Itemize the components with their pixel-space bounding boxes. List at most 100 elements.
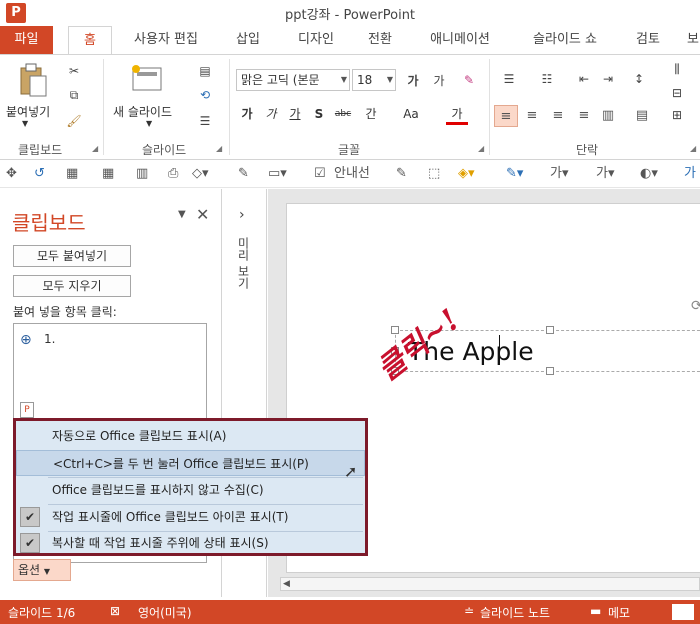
tab-design[interactable]: 디자인 bbox=[288, 26, 344, 54]
underline-button[interactable]: 가 bbox=[284, 103, 306, 125]
normal-view-icon[interactable] bbox=[672, 604, 694, 620]
bold-button[interactable]: 가 bbox=[236, 103, 258, 125]
tab-home[interactable]: 홈 bbox=[68, 26, 112, 55]
clipboard-item-icon[interactable]: ⊕ bbox=[20, 332, 36, 348]
section-icon[interactable]: ☰ bbox=[192, 111, 218, 131]
align-left-button[interactable]: ≡ bbox=[494, 105, 518, 127]
comments-icon[interactable]: ▬ bbox=[590, 604, 601, 618]
horizontal-scrollbar[interactable]: ◀ bbox=[280, 577, 700, 591]
paste-dropdown-icon[interactable]: ▼ bbox=[22, 119, 28, 128]
align-center-button[interactable]: ≡ bbox=[520, 105, 544, 127]
increase-indent-icon[interactable]: ⇥ bbox=[598, 69, 618, 89]
close-icon[interactable]: ✕ bbox=[196, 205, 209, 224]
highlight-icon[interactable]: 가▾ bbox=[596, 164, 615, 184]
align-text-icon[interactable]: ⊟ bbox=[664, 83, 690, 103]
more-icon[interactable]: 가 bbox=[684, 164, 696, 184]
paste-label[interactable]: 붙여넣기 bbox=[6, 103, 50, 120]
expand-icon[interactable]: › bbox=[239, 207, 245, 223]
fill-color-icon[interactable]: ◈▾ bbox=[458, 164, 475, 184]
text-direction-icon[interactable]: ⫼ bbox=[664, 59, 690, 79]
smartart-icon[interactable]: ⊞ bbox=[664, 105, 690, 125]
paragraph-launcher-icon[interactable]: ◢ bbox=[690, 144, 696, 153]
font-size-select[interactable]: 18 ▼ bbox=[352, 69, 396, 91]
guides-checkbox-icon[interactable]: ☑ bbox=[314, 164, 326, 184]
powerpoint-item-icon[interactable]: P bbox=[20, 402, 34, 418]
shadow-button[interactable]: S bbox=[308, 103, 330, 125]
resize-handle[interactable] bbox=[546, 367, 554, 375]
redo-icon[interactable]: ↺ bbox=[34, 164, 45, 184]
tab-view[interactable]: 보 bbox=[686, 26, 700, 54]
reset-icon[interactable]: ⟲ bbox=[192, 85, 218, 105]
text-color-icon[interactable]: 가▾ bbox=[550, 164, 569, 184]
menu-item-status[interactable]: ✔ 복사할 때 작업 표시줄 주위에 상태 표시(S) bbox=[16, 530, 365, 556]
notes-icon[interactable]: ≐ bbox=[464, 604, 474, 618]
tab-animations[interactable]: 애니메이션 bbox=[420, 26, 500, 54]
new-slide-label[interactable]: 새 슬라이드 bbox=[113, 103, 172, 120]
shrink-font-icon[interactable]: 가 bbox=[428, 69, 450, 91]
language-indicator[interactable]: 영어(미국) bbox=[138, 604, 192, 621]
shapes-icon[interactable]: ◇▾ bbox=[192, 164, 209, 184]
thumbnail-label[interactable]: 미리 보기 bbox=[235, 237, 252, 289]
menu-item-collect[interactable]: Office 클립보드를 표시하지 않고 수집(C) bbox=[16, 477, 365, 503]
options-button[interactable]: 옵션 ▼ bbox=[13, 559, 71, 581]
font-name-select[interactable]: 맑은 고딕 (본문 ▼ bbox=[236, 69, 350, 91]
justify-button[interactable]: ≡ bbox=[572, 105, 596, 127]
picture-icon[interactable]: ✎ bbox=[238, 164, 249, 184]
menu-item-auto-show[interactable]: 자동으로 Office 클립보드 표시(A) bbox=[16, 423, 365, 449]
strikethrough-button[interactable]: abc bbox=[332, 103, 354, 125]
font-color-button[interactable]: 가 bbox=[446, 103, 468, 125]
clipboard-item[interactable]: 1. bbox=[44, 332, 55, 346]
align-right-button[interactable]: ≡ bbox=[546, 105, 570, 127]
format-painter-icon[interactable]: 🖌 bbox=[64, 111, 84, 131]
tab-transitions[interactable]: 전환 bbox=[358, 26, 402, 54]
comments-button[interactable]: 메모 bbox=[608, 604, 630, 621]
columns-icon[interactable]: ▥ bbox=[136, 164, 148, 184]
eraser-icon[interactable]: ◐▾ bbox=[640, 164, 658, 184]
menu-item-label: <Ctrl+C>를 두 번 눌러 Office 클립보드 표시(P) bbox=[53, 457, 309, 471]
tab-insert[interactable]: 삽입 bbox=[226, 26, 270, 54]
layout-icon[interactable]: ▤ bbox=[192, 61, 218, 81]
notes-button[interactable]: 슬라이드 노트 bbox=[480, 604, 550, 621]
grid-icon[interactable]: ▦ bbox=[102, 164, 114, 184]
table-icon[interactable]: ▦ bbox=[66, 164, 78, 184]
menu-item-taskbar-icon[interactable]: ✔ 작업 표시줄에 Office 클립보드 아이콘 표시(T) bbox=[16, 504, 365, 530]
clipboard-launcher-icon[interactable]: ◢ bbox=[92, 144, 98, 153]
change-case-button[interactable]: Aa bbox=[398, 103, 424, 125]
printer-icon[interactable]: ⎙ bbox=[168, 164, 178, 184]
clear-format-icon[interactable]: ✎ bbox=[458, 69, 480, 91]
textbox-icon[interactable]: ▭▾ bbox=[268, 164, 287, 184]
columns-button[interactable]: ▤ bbox=[630, 105, 654, 127]
bullets-icon[interactable]: ☰ bbox=[496, 69, 522, 89]
grow-font-icon[interactable]: 가 bbox=[402, 69, 424, 91]
decrease-indent-icon[interactable]: ⇤ bbox=[574, 69, 594, 89]
move-icon[interactable]: ✥ bbox=[6, 164, 17, 184]
line-spacing-icon[interactable]: ↕ bbox=[626, 69, 652, 89]
menu-item-ctrl-c[interactable]: <Ctrl+C>를 두 번 눌러 Office 클립보드 표시(P) bbox=[16, 450, 365, 476]
tab-file[interactable]: 파일 bbox=[0, 26, 53, 54]
scroll-left-icon[interactable]: ◀ bbox=[283, 578, 290, 590]
copy-icon[interactable]: ⧉ bbox=[64, 85, 84, 105]
select-icon[interactable]: ⬚ bbox=[428, 164, 440, 184]
format-shape-icon[interactable]: ✎ bbox=[396, 164, 407, 184]
tab-review[interactable]: 검토 bbox=[626, 26, 670, 54]
guides-label[interactable]: 안내선 bbox=[334, 164, 370, 184]
italic-button[interactable]: 가 bbox=[260, 103, 282, 125]
char-spacing-button[interactable]: 간 bbox=[360, 103, 382, 125]
new-slide-dropdown-icon[interactable]: ▼ bbox=[146, 119, 152, 128]
pane-options-icon[interactable]: ▼ bbox=[178, 209, 186, 220]
slide-counter[interactable]: 슬라이드 1/6 bbox=[8, 604, 75, 621]
distribute-button[interactable]: ▥ bbox=[596, 105, 620, 127]
spellcheck-icon[interactable]: ⊠ bbox=[110, 604, 120, 618]
numbering-icon[interactable]: ☷ bbox=[534, 69, 560, 89]
paste-all-button[interactable]: 모두 붙여넣기 bbox=[13, 245, 131, 267]
paste-icon[interactable] bbox=[16, 61, 50, 99]
clear-all-button[interactable]: 모두 지우기 bbox=[13, 275, 131, 297]
tab-custom[interactable]: 사용자 편집 bbox=[120, 26, 212, 54]
new-slide-icon[interactable] bbox=[130, 61, 164, 97]
tab-slideshow[interactable]: 슬라이드 쇼 bbox=[518, 26, 612, 54]
cut-icon[interactable]: ✂ bbox=[64, 61, 84, 81]
font-launcher-icon[interactable]: ◢ bbox=[478, 144, 484, 153]
rotate-handle-icon[interactable]: ⟳ bbox=[691, 298, 700, 314]
resize-handle[interactable] bbox=[546, 326, 554, 334]
line-color-icon[interactable]: ✎▾ bbox=[506, 164, 523, 184]
